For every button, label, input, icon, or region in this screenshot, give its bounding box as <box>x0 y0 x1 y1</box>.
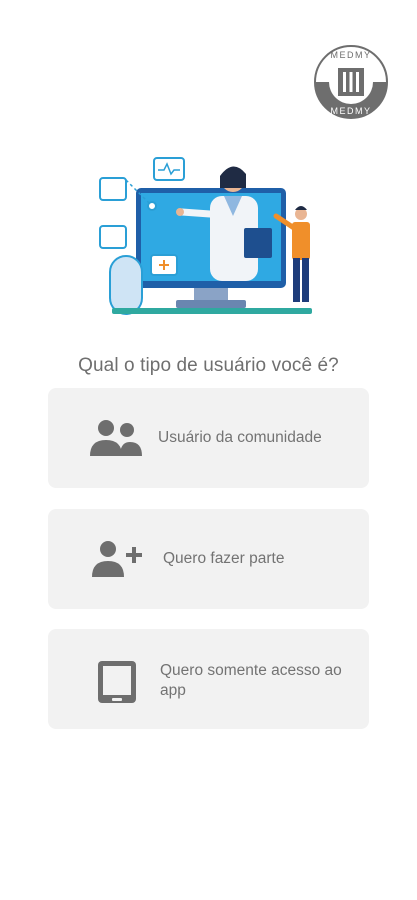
community-user-label: Usuário da comunidade <box>158 429 322 446</box>
join-button[interactable]: Quero fazer parte <box>48 509 369 609</box>
user-type-question: Qual o tipo de usuário você é? <box>78 355 339 376</box>
logo-text-bottom: MEDMY <box>331 106 372 116</box>
app-access-button[interactable]: Quero somente acesso ao app <box>48 629 369 729</box>
telemedicine-illustration <box>96 150 322 320</box>
group-users-icon <box>90 418 144 458</box>
medmy-logo: MEDMY MEDMY <box>313 44 389 120</box>
tablet-icon <box>96 659 150 703</box>
logo-text-top: MEDMY <box>331 50 372 60</box>
add-user-icon <box>90 539 144 579</box>
community-user-button[interactable]: Usuário da comunidade <box>48 388 369 488</box>
join-label: Quero fazer parte <box>163 550 285 567</box>
app-access-label: Quero somente acesso ao app <box>160 662 342 699</box>
